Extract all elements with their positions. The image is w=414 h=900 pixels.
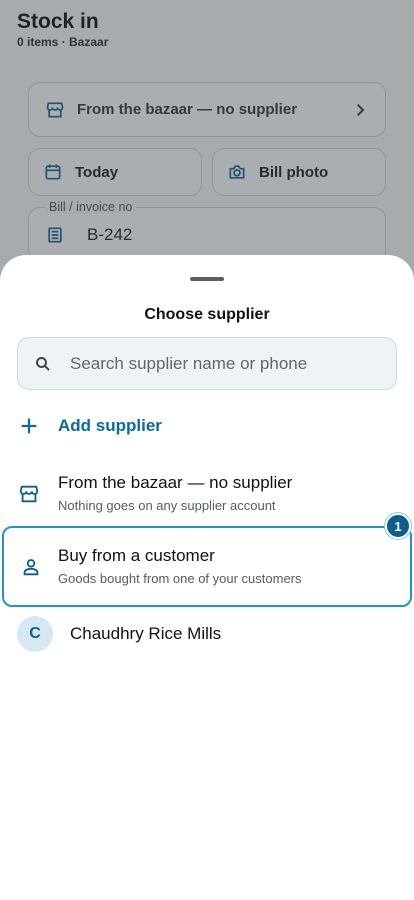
drag-handle[interactable]: [190, 277, 224, 281]
option-bazaar-no-supplier[interactable]: From the bazaar — no supplier Nothing go…: [0, 463, 414, 519]
option-title: From the bazaar — no supplier: [58, 473, 293, 492]
plus-icon: [21, 418, 37, 434]
store-icon: [19, 485, 39, 503]
avatar: C: [17, 616, 53, 652]
choose-supplier-sheet: Choose supplier Add supplier From the ba…: [0, 255, 414, 900]
option-title: Buy from a customer: [58, 546, 215, 565]
add-supplier-button[interactable]: Add supplier: [18, 413, 162, 439]
add-supplier-label: Add supplier: [58, 416, 162, 435]
supplier-list-item[interactable]: C Chaudhry Rice Mills: [17, 615, 221, 653]
option-subtitle: Goods bought from one of your customers: [58, 571, 302, 586]
search-icon: [36, 356, 50, 371]
person-icon: [23, 559, 39, 576]
supplier-search-input[interactable]: [70, 353, 380, 374]
supplier-search-box[interactable]: [17, 337, 397, 390]
option-buy-from-customer[interactable]: Buy from a customer Goods bought from on…: [2, 526, 412, 607]
supplier-name: Chaudhry Rice Mills: [70, 624, 222, 643]
option-subtitle: Nothing goes on any supplier account: [58, 498, 276, 513]
sheet-title: Choose supplier: [144, 306, 270, 323]
highlight-badge: 1: [385, 513, 411, 539]
